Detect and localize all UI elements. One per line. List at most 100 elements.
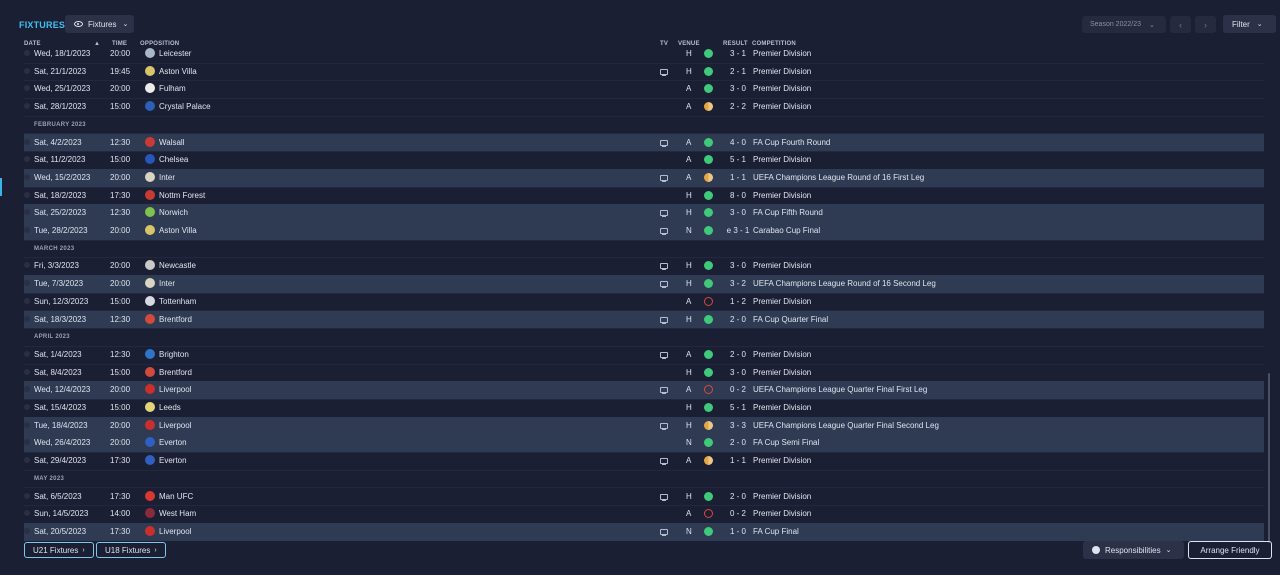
opposition-link[interactable]: Inter xyxy=(159,279,175,288)
responsibilities-button[interactable]: Responsibilities ⌄ xyxy=(1083,541,1184,559)
row-select-radio[interactable] xyxy=(24,191,30,198)
competition-link[interactable]: Premier Division xyxy=(753,49,811,58)
competition-link[interactable]: Premier Division xyxy=(753,261,811,270)
fixture-result[interactable]: 3 - 0 xyxy=(726,261,750,270)
fixture-row[interactable]: Sat, 28/1/2023 15:00 Crystal Palace A 2 - 2P… xyxy=(24,98,1264,117)
competition-link[interactable]: Premier Division xyxy=(753,403,811,412)
opposition-link[interactable]: Liverpool xyxy=(159,421,191,430)
opposition-link[interactable]: Inter xyxy=(159,173,175,182)
fixture-result[interactable]: 2 - 0 xyxy=(726,315,750,324)
opposition-link[interactable]: Chelsea xyxy=(159,155,188,164)
prev-season-button[interactable]: ‹ xyxy=(1170,16,1191,33)
row-select-radio[interactable] xyxy=(24,527,30,534)
fixture-result[interactable]: 4 - 0 xyxy=(726,138,750,147)
row-select-radio[interactable] xyxy=(24,85,30,92)
fixture-result[interactable]: 3 - 0 xyxy=(726,208,750,217)
opposition-link[interactable]: Newcastle xyxy=(159,261,196,270)
competition-link[interactable]: UEFA Champions League Round of 16 Second… xyxy=(753,279,936,288)
opposition-link[interactable]: Liverpool xyxy=(159,385,191,394)
fixture-result[interactable]: 0 - 2 xyxy=(726,385,750,394)
competition-link[interactable]: FA Cup Quarter Final xyxy=(753,315,828,324)
competition-link[interactable]: Premier Division xyxy=(753,509,811,518)
competition-link[interactable]: UEFA Champions League Quarter Final Seco… xyxy=(753,421,939,430)
row-select-radio[interactable] xyxy=(24,350,30,357)
opposition-link[interactable]: Crystal Palace xyxy=(159,102,211,111)
scrollbar[interactable] xyxy=(1268,373,1270,543)
fixture-result[interactable]: 3 - 2 xyxy=(726,279,750,288)
competition-link[interactable]: Carabao Cup Final xyxy=(753,226,820,235)
fixture-row[interactable]: Wed, 25/1/2023 20:00 Fulham A 3 - 0 Premier D… xyxy=(24,80,1264,100)
row-select-radio[interactable] xyxy=(24,386,30,393)
opposition-link[interactable]: Brighton xyxy=(159,350,189,359)
fixture-result[interactable]: 1 - 0 xyxy=(726,527,750,536)
fixture-row[interactable]: Sat, 21/1/2023 19:45 Aston Villa H 2 - 1 Prem… xyxy=(24,63,1264,82)
fixture-row[interactable]: Sat, 25/2/2023 12:30 Norwich H 3 - 0 FA Cup F… xyxy=(24,204,1264,223)
fixture-row[interactable]: Sun, 12/3/2023 15:00 Tottenham A 1 - 2 Premie… xyxy=(24,293,1264,312)
opposition-link[interactable]: Walsall xyxy=(159,138,184,147)
row-select-radio[interactable] xyxy=(24,421,30,428)
fixture-result[interactable]: 2 - 1 xyxy=(726,67,750,76)
fixture-result[interactable]: 1 - 1 xyxy=(726,456,750,465)
arrange-friendly-button[interactable]: Arrange Friendly xyxy=(1188,541,1272,559)
competition-link[interactable]: Premier Division xyxy=(753,368,811,377)
fixture-result[interactable]: 3 - 3 xyxy=(726,421,750,430)
fixture-row[interactable]: Wed, 15/2/2023 20:00 Inter A 1 - 1 UEFA Champ… xyxy=(24,168,1264,188)
u21-fixtures-button[interactable]: U21 Fixtures › xyxy=(24,542,94,558)
opposition-link[interactable]: Aston Villa xyxy=(159,226,197,235)
competition-link[interactable]: Premier Division xyxy=(753,492,811,501)
filter-button[interactable]: Filter ⌄ xyxy=(1223,15,1276,33)
fixture-result[interactable]: 1 - 2 xyxy=(726,297,750,306)
opposition-link[interactable]: Norwich xyxy=(159,208,188,217)
fixture-result[interactable]: 1 - 1 xyxy=(726,173,750,182)
fixture-row[interactable]: Wed, 18/1/2023 20:00 Leicester H 3 - 1 Premie… xyxy=(24,45,1264,64)
fixture-row[interactable]: Sun, 14/5/2023 14:00 West Ham A 0 - 2 Premier… xyxy=(24,505,1264,524)
opposition-link[interactable]: West Ham xyxy=(159,509,196,518)
row-select-radio[interactable] xyxy=(24,173,30,180)
opposition-link[interactable]: Tottenham xyxy=(159,297,196,306)
fixture-result[interactable]: e 3 - 1 xyxy=(726,226,750,235)
fixture-result[interactable]: 2 - 0 xyxy=(726,350,750,359)
row-select-radio[interactable] xyxy=(24,297,30,304)
competition-link[interactable]: Premier Division xyxy=(753,155,811,164)
row-select-radio[interactable] xyxy=(24,103,30,110)
fixture-row[interactable]: Fri, 3/3/2023 20:00 Newcastle H 3 - 0 Premier… xyxy=(24,257,1264,277)
row-select-radio[interactable] xyxy=(24,67,30,74)
competition-link[interactable]: Premier Division xyxy=(753,84,811,93)
row-select-radio[interactable] xyxy=(24,262,30,269)
competition-link[interactable]: FA Cup Semi Final xyxy=(753,438,819,447)
opposition-link[interactable]: Leeds xyxy=(159,403,181,412)
view-selector-button[interactable]: Fixtures ⌄ xyxy=(65,15,134,33)
opposition-link[interactable]: Man UFC xyxy=(159,492,193,501)
next-season-button[interactable]: › xyxy=(1195,16,1216,33)
fixture-result[interactable]: 8 - 0 xyxy=(726,191,750,200)
fixture-row[interactable]: Sat, 18/2/2023 17:30 Nottm Forest H 8 - 0 Pre… xyxy=(24,187,1264,206)
fixture-row[interactable]: Sat, 1/4/2023 12:30 Brighton A 2 - 0 Premier … xyxy=(24,346,1264,365)
competition-link[interactable]: UEFA Champions League Quarter Final Firs… xyxy=(753,385,927,394)
opposition-link[interactable]: Everton xyxy=(159,456,187,465)
fixture-result[interactable]: 2 - 0 xyxy=(726,492,750,501)
row-select-radio[interactable] xyxy=(24,50,30,56)
competition-link[interactable]: FA Cup Final xyxy=(753,527,799,536)
opposition-link[interactable]: Liverpool xyxy=(159,527,191,536)
competition-link[interactable]: Premier Division xyxy=(753,102,811,111)
fixture-row[interactable]: Sat, 15/4/2023 15:00 Leeds H 5 - 1 Premier Di… xyxy=(24,399,1264,418)
row-select-radio[interactable] xyxy=(24,439,30,446)
row-select-radio[interactable] xyxy=(24,457,30,464)
fixture-row[interactable]: Wed, 26/4/2023 20:00 Everton N 2 - 0 FA Cup S… xyxy=(24,434,1264,454)
fixture-row[interactable]: Tue, 28/2/2023 20:00 Aston Villa Ne 3 - 1 Ca… xyxy=(24,222,1264,241)
fixture-result[interactable]: 2 - 0 xyxy=(726,438,750,447)
row-select-radio[interactable] xyxy=(24,156,30,163)
fixture-row[interactable]: Sat, 20/5/2023 17:30 Liverpool N 1 - 0 FA Cup… xyxy=(24,522,1264,541)
row-select-radio[interactable] xyxy=(24,510,30,517)
opposition-link[interactable]: Everton xyxy=(159,438,187,447)
competition-link[interactable]: Premier Division xyxy=(753,456,811,465)
opposition-link[interactable]: Nottm Forest xyxy=(159,191,205,200)
fixture-result[interactable]: 5 - 1 xyxy=(726,155,750,164)
fixture-row[interactable]: Tue, 18/4/2023 20:00 Liverpool H 3 - 3 UEFA C… xyxy=(24,416,1264,436)
opposition-link[interactable]: Leicester xyxy=(159,49,191,58)
row-select-radio[interactable] xyxy=(24,404,30,410)
competition-link[interactable]: UEFA Champions League Round of 16 First … xyxy=(753,173,924,182)
fixture-result[interactable]: 2 - 2 xyxy=(726,102,750,111)
season-selector[interactable]: Season 2022/23 ⌄ xyxy=(1082,16,1166,33)
row-select-radio[interactable] xyxy=(24,280,30,287)
